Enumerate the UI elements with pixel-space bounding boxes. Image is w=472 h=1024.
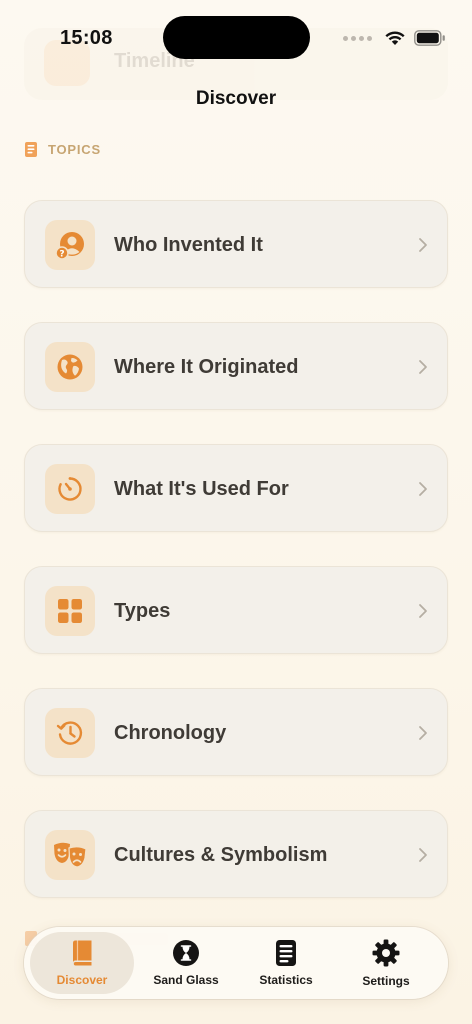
status-bar: 15:08 (0, 0, 472, 60)
theater-masks-icon (45, 830, 95, 880)
person-question-icon: ? (45, 220, 95, 270)
wifi-icon (385, 31, 405, 45)
tab-statistics[interactable]: Statistics (234, 932, 338, 994)
book-icon (73, 940, 92, 966)
topic-label: Types (114, 600, 171, 622)
gear-icon (372, 939, 400, 967)
grid-icon (45, 586, 95, 636)
section-header-topics: TOPICS (24, 139, 101, 159)
topic-row-types[interactable]: Types (24, 566, 448, 654)
chevron-right-icon (419, 848, 427, 862)
tab-label: Settings (362, 974, 410, 988)
topic-label: Cultures & Symbolism (114, 844, 328, 866)
timer-icon (45, 464, 95, 514)
svg-text:?: ? (59, 250, 64, 260)
topic-row-where-it-originated[interactable]: Where It Originated (24, 322, 448, 410)
topic-row-what-its-used-for[interactable]: What It's Used For (24, 444, 448, 532)
tab-discover[interactable]: Discover (30, 932, 134, 994)
topic-row-who-invented-it[interactable]: ? Who Invented It (24, 200, 448, 288)
chevron-right-icon (419, 604, 427, 618)
topic-row-chronology[interactable]: Chronology (24, 688, 448, 776)
chevron-right-icon (419, 238, 427, 252)
tab-settings[interactable]: Settings (334, 932, 438, 994)
topic-label: Where It Originated (114, 356, 299, 378)
notebook-icon (25, 141, 37, 157)
chevron-right-icon (419, 726, 427, 740)
topic-label: Who Invented It (114, 234, 263, 256)
globe-icon (45, 342, 95, 392)
history-clock-icon (45, 708, 95, 758)
status-indicators (343, 28, 446, 48)
topic-row-cultures-symbolism[interactable]: Cultures & Symbolism (24, 810, 448, 898)
tab-sand-glass[interactable]: Sand Glass (134, 932, 238, 994)
signal-dots-icon (343, 35, 372, 41)
tab-bar: Discover Sand Glass Statistics Settings (24, 927, 448, 999)
topic-label: What It's Used For (114, 478, 289, 500)
chevron-right-icon (419, 360, 427, 374)
battery-icon (414, 30, 445, 46)
status-time: 15:08 (60, 27, 113, 49)
list-doc-icon (276, 940, 296, 966)
tab-label: Sand Glass (153, 973, 219, 987)
chevron-right-icon (419, 482, 427, 496)
page-title: Discover (195, 88, 277, 109)
hourglass-icon (173, 940, 199, 966)
section-label: TOPICS (48, 141, 101, 157)
topic-label: Chronology (114, 722, 227, 744)
tab-label: Statistics (259, 973, 313, 987)
dynamic-island (163, 16, 310, 59)
tab-label: Discover (56, 973, 108, 987)
